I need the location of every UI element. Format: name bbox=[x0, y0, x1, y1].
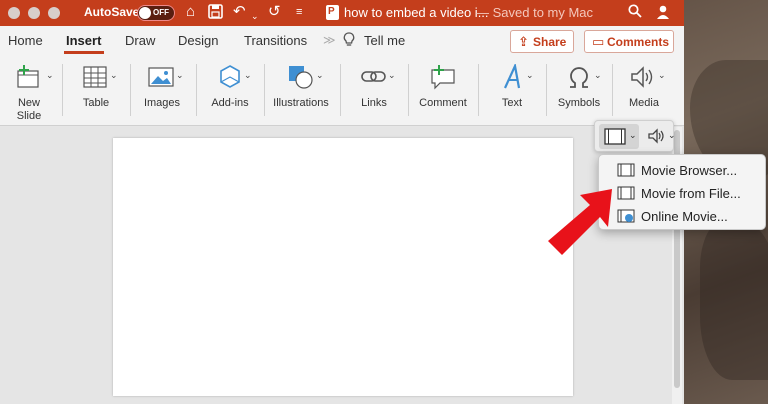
new-slide-icon bbox=[17, 65, 39, 88]
media-split-bar: ⌄ ⌄ bbox=[594, 120, 676, 152]
powerpoint-file-icon bbox=[326, 5, 339, 20]
save-icon[interactable] bbox=[208, 4, 223, 23]
redo-icon[interactable]: ↺ bbox=[268, 4, 281, 20]
video-button[interactable]: ⌄ bbox=[599, 124, 639, 149]
undo-dropdown-icon[interactable]: ⌄ bbox=[251, 8, 259, 24]
save-status: — Saved to my Mac bbox=[476, 5, 594, 20]
lightbulb-icon bbox=[343, 32, 355, 50]
chevron-down-icon: ⌄ bbox=[244, 70, 252, 80]
chevron-down-icon: ⌄ bbox=[594, 70, 602, 80]
slide-canvas[interactable] bbox=[113, 138, 573, 396]
tab-home[interactable]: Home bbox=[8, 33, 43, 48]
slide-editor bbox=[0, 127, 684, 404]
new-slide-button[interactable]: ⌄ New Slide bbox=[4, 56, 54, 126]
zoom-window-button[interactable] bbox=[48, 7, 60, 19]
text-button[interactable]: ⌄ Text bbox=[484, 56, 540, 126]
autosave-state: OFF bbox=[153, 8, 169, 17]
links-button[interactable]: ⌄ Links bbox=[346, 56, 402, 126]
new-comment-icon bbox=[431, 65, 455, 90]
images-button[interactable]: ⌄ Images bbox=[136, 56, 188, 126]
tab-transitions[interactable]: Transitions bbox=[244, 33, 307, 48]
menu-item-movie-browser[interactable]: Movie Browser... bbox=[599, 159, 767, 181]
menu-item-movie-from-file[interactable]: Movie from File... bbox=[599, 182, 767, 204]
table-button[interactable]: ⌄ Table bbox=[70, 56, 122, 126]
close-window-button[interactable] bbox=[8, 7, 20, 19]
account-icon[interactable] bbox=[655, 4, 671, 24]
chevron-down-icon: ⌄ bbox=[176, 70, 184, 80]
tab-design[interactable]: Design bbox=[178, 33, 218, 48]
symbols-button[interactable]: ⌄ Symbols bbox=[550, 56, 608, 126]
customize-toolbar-icon[interactable]: ≡ bbox=[296, 4, 302, 20]
comment-button[interactable]: Comment bbox=[414, 56, 472, 126]
film-strip-icon bbox=[617, 163, 635, 177]
chevron-down-icon: ⌄ bbox=[526, 70, 534, 80]
text-icon bbox=[503, 64, 521, 89]
undo-icon[interactable]: ↶ bbox=[233, 4, 246, 20]
add-ins-icon bbox=[220, 65, 240, 88]
autosave-toggle[interactable]: OFF bbox=[137, 5, 175, 21]
home-icon[interactable]: ⌂ bbox=[186, 4, 195, 20]
red-arrow-annotation bbox=[548, 189, 612, 255]
movie-insert-menu: Movie Browser... Movie from File... Onli… bbox=[598, 154, 766, 230]
film-strip-icon bbox=[604, 128, 626, 145]
speaker-icon bbox=[631, 66, 653, 88]
active-tab-indicator bbox=[64, 51, 104, 54]
menu-item-online-movie[interactable]: Online Movie... bbox=[599, 205, 767, 227]
media-button[interactable]: ⌄ Media bbox=[616, 56, 672, 126]
minimize-window-button[interactable] bbox=[28, 7, 40, 19]
more-tabs-icon[interactable]: ≫ bbox=[323, 33, 336, 47]
chevron-down-icon: ⌄ bbox=[388, 70, 396, 80]
omega-icon bbox=[570, 67, 588, 88]
chevron-down-icon: ⌄ bbox=[110, 70, 118, 80]
chevron-down-icon: ⌄ bbox=[658, 70, 666, 80]
tell-me-search[interactable]: Tell me bbox=[364, 33, 405, 48]
chevron-down-icon: ⌄ bbox=[629, 130, 637, 140]
ribbon-tabs: Home Insert Draw Design Transitions ≫ Te… bbox=[0, 26, 684, 56]
search-icon[interactable] bbox=[628, 4, 642, 22]
document-title: how to embed a video i... bbox=[344, 5, 489, 20]
share-button[interactable]: ⇪ Share bbox=[510, 30, 574, 53]
tab-insert[interactable]: Insert bbox=[66, 33, 101, 48]
illustrations-icon bbox=[289, 66, 313, 89]
comments-button[interactable]: ▭ Comments bbox=[584, 30, 674, 53]
chevron-down-icon[interactable]: ⌄ bbox=[668, 130, 676, 141]
title-bar: AutoSave OFF ⌂ ↶ ⌄ ↺ ≡ how to embed a vi… bbox=[0, 0, 684, 26]
audio-icon[interactable] bbox=[647, 127, 667, 145]
add-ins-button[interactable]: ⌄ Add-ins bbox=[202, 56, 258, 126]
images-icon bbox=[148, 67, 174, 87]
chevron-down-icon: ⌄ bbox=[46, 70, 54, 80]
table-icon bbox=[83, 66, 107, 88]
autosave-label: AutoSave bbox=[84, 5, 140, 19]
illustrations-button[interactable]: ⌄ Illustrations bbox=[270, 56, 332, 126]
comment-icon: ▭ bbox=[592, 34, 605, 49]
tab-draw[interactable]: Draw bbox=[125, 33, 155, 48]
link-icon bbox=[361, 71, 386, 82]
share-icon: ⇪ bbox=[518, 34, 529, 49]
insert-ribbon: ⌄ New Slide ⌄ Table ⌄ Images ⌄ Add-ins ⌄… bbox=[0, 56, 684, 126]
chevron-down-icon: ⌄ bbox=[316, 70, 324, 80]
